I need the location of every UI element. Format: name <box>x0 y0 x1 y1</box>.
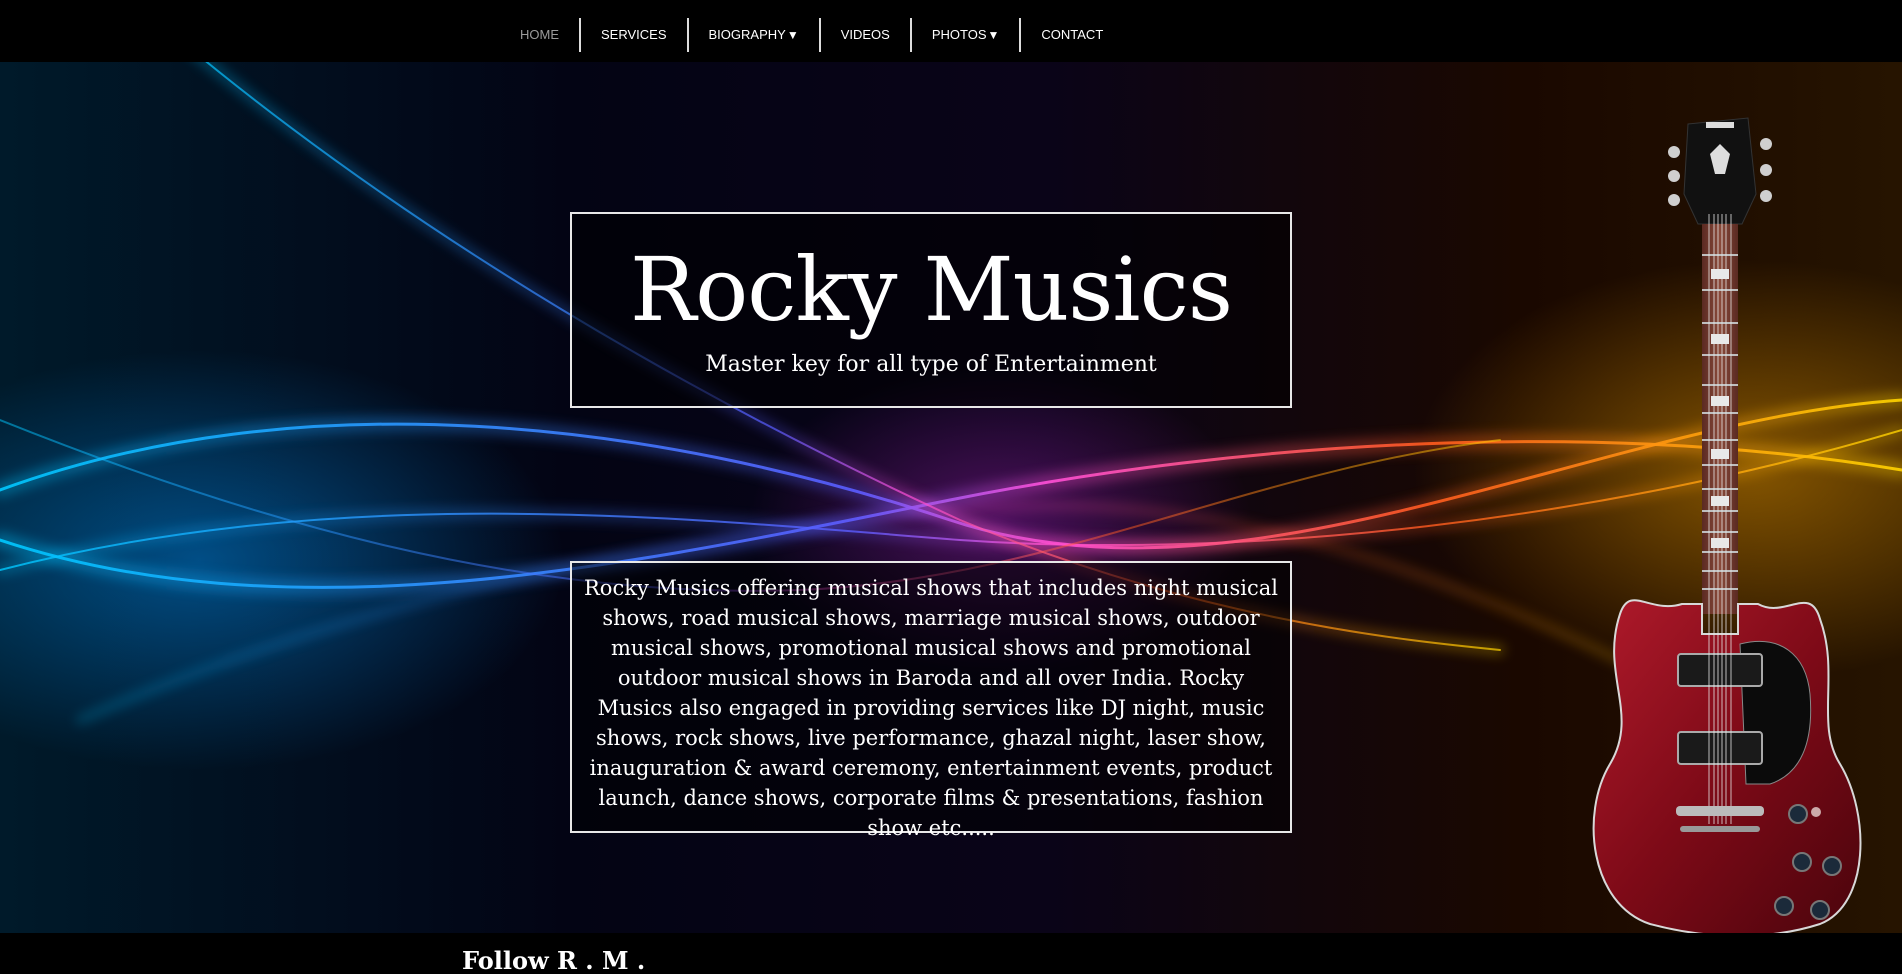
nav-menu: HOME SERVICES BIOGRAPHY ▼ VIDEOS PHOTOS … <box>500 18 1123 52</box>
nav-item-label: PHOTOS <box>931 27 987 42</box>
caret-down-icon: ▼ <box>786 28 799 42</box>
intro-description: Rocky Musics offering musical shows that… <box>570 561 1292 840</box>
nav-item-photos[interactable]: PHOTOS ▼ <box>912 18 1020 52</box>
nav-item-services[interactable]: SERVICES <box>581 18 687 52</box>
hero-banner: Rocky Musics Master key for all type of … <box>570 212 1292 408</box>
nav-item-videos[interactable]: VIDEOS <box>821 18 910 52</box>
site-title: Rocky Musics <box>629 238 1233 341</box>
follow-heading: Follow R . M . <box>462 946 646 974</box>
nav-item-home[interactable]: HOME <box>500 18 579 52</box>
top-navigation: HOME SERVICES BIOGRAPHY ▼ VIDEOS PHOTOS … <box>0 0 1902 62</box>
electric-guitar-image <box>1592 117 1862 934</box>
nav-item-contact[interactable]: CONTACT <box>1021 18 1123 52</box>
footer-bar <box>0 933 1902 974</box>
nav-item-label: BIOGRAPHY <box>708 27 786 42</box>
site-tagline: Master key for all type of Entertainment <box>705 352 1157 377</box>
nav-item-label: SERVICES <box>601 27 667 42</box>
caret-down-icon: ▼ <box>987 28 1000 42</box>
nav-item-label: VIDEOS <box>840 27 890 42</box>
nav-item-label: CONTACT <box>1041 27 1104 42</box>
nav-item-biography[interactable]: BIOGRAPHY ▼ <box>689 18 819 52</box>
nav-item-label: HOME <box>520 27 559 42</box>
